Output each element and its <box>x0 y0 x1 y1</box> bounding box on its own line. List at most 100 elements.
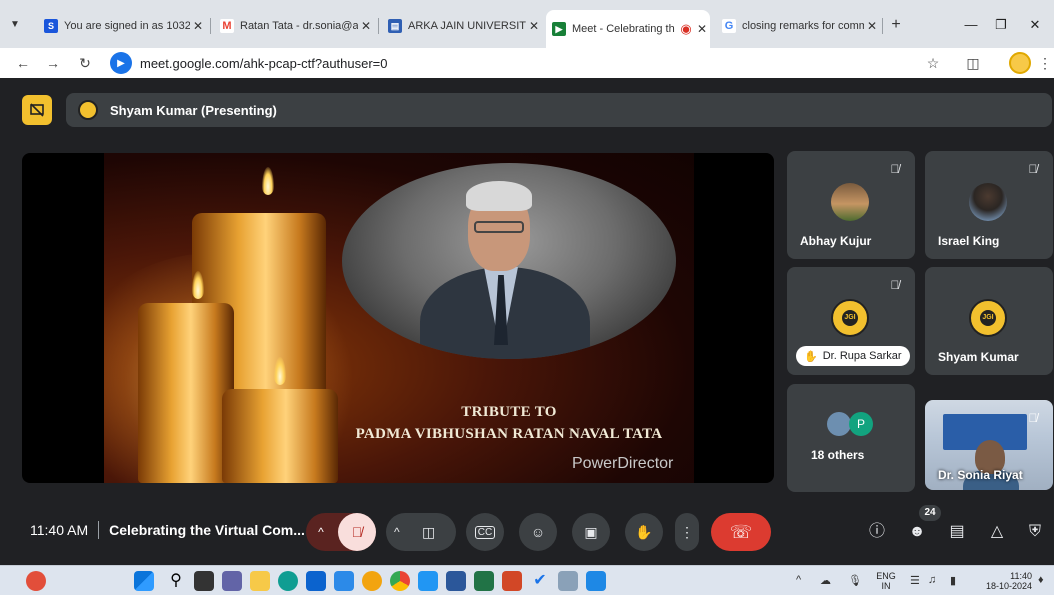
hand-icon: ✋ <box>635 523 653 540</box>
show-hidden-icons-chevron[interactable]: ^ <box>796 574 801 586</box>
cloud-icon[interactable]: ☁ <box>820 574 831 587</box>
chrome-icon[interactable] <box>390 571 410 591</box>
extensions-icon[interactable]: ◫ <box>962 52 984 74</box>
video-options-chevron-icon[interactable]: ^ <box>394 525 400 539</box>
reload-icon[interactable]: ↻ <box>74 52 96 74</box>
university-favicon-icon: ▤ <box>388 19 402 33</box>
windows-taskbar: ⚲ ✔ ^ ☁ 🎙 ENG IN ☰ ♫ ▮ 11:40 18-10-2024 … <box>0 565 1054 595</box>
more-options-button[interactable]: ⋮ <box>675 513 699 551</box>
present-now-button[interactable]: ▣ <box>572 513 610 551</box>
minimize-button[interactable]: — <box>956 14 986 36</box>
notification-app-icon[interactable] <box>26 571 46 591</box>
audio-options-chevron-icon[interactable]: ^ <box>306 525 336 539</box>
search-icon[interactable]: ⚲ <box>166 571 186 591</box>
app-icon[interactable] <box>558 571 578 591</box>
powerpoint-icon[interactable] <box>502 571 522 591</box>
people-icon[interactable]: ☻ <box>906 521 928 543</box>
profile-avatar[interactable] <box>1009 52 1031 74</box>
participant-name: Shyam Kumar <box>938 350 1019 364</box>
meeting-time: 11:40 AM <box>30 522 89 538</box>
captions-button[interactable]: CC <box>466 513 504 551</box>
bookmark-star-icon[interactable]: ☆ <box>922 52 944 74</box>
activities-icon[interactable]: △ <box>986 521 1008 543</box>
phone-hangup-icon: ☏ <box>729 521 753 542</box>
tab-separator <box>378 18 379 34</box>
menu-icon[interactable]: ⋮ <box>1034 52 1054 74</box>
meeting-title: Celebrating the Virtual Com... <box>109 522 305 538</box>
browser-toolbar: ← → ↻ ▶ meet.google.com/ahk-pcap-ctf?aut… <box>0 48 1054 78</box>
participant-tile-others[interactable]: P 18 others <box>787 384 915 492</box>
close-tab-icon[interactable]: ✕ <box>526 19 542 33</box>
edge-icon[interactable] <box>278 571 298 591</box>
meeting-details-info-icon[interactable]: ⓘ <box>866 521 888 543</box>
word-icon[interactable] <box>446 571 466 591</box>
notification-bell-icon[interactable]: ♦ <box>1038 574 1044 586</box>
browser-tab-gmail[interactable]: M Ratan Tata - dr.sonia@ar ✕ <box>214 14 374 38</box>
participant-tile-shyam[interactable]: JGI Shyam Kumar <box>925 267 1053 375</box>
tab-search-button[interactable]: ▼ <box>6 16 24 34</box>
photos-icon[interactable] <box>586 571 606 591</box>
file-explorer-icon[interactable] <box>250 571 270 591</box>
participant-tile-sonia[interactable]: 🎙̸ Dr. Sonia Riyat <box>925 400 1053 490</box>
windows-start-icon[interactable] <box>134 571 154 591</box>
browser-tab-meet[interactable]: ▶ Meet - Celebrating th ◉ ✕ <box>546 10 710 48</box>
new-tab-button[interactable]: + <box>885 14 907 36</box>
participant-tile-israel[interactable]: 🎙̸ Israel King <box>925 151 1053 259</box>
excel-icon[interactable] <box>474 571 494 591</box>
close-tab-icon[interactable]: ✕ <box>190 19 206 33</box>
camera-button[interactable]: ◫ <box>422 524 435 541</box>
close-tab-icon[interactable]: ✕ <box>694 22 710 36</box>
participant-name: Israel King <box>938 234 1000 248</box>
browser-tab-arka-jain[interactable]: ▤ ARKA JAIN UNIVERSITY - ✕ <box>382 14 542 38</box>
volume-icon[interactable]: ♫ <box>928 574 936 586</box>
app-icon[interactable] <box>334 571 354 591</box>
mic-off-button[interactable]: 🎙̸ <box>338 513 376 551</box>
battery-icon[interactable]: ▮ <box>950 574 956 587</box>
forward-icon[interactable]: → <box>42 52 64 74</box>
meet-header: Shyam Kumar (Presenting) <box>0 78 1054 148</box>
emoji-reactions-button[interactable]: ☺ <box>519 513 557 551</box>
powerdirector-watermark: PowerDirector <box>572 455 674 472</box>
meet-favicon-icon: ▶ <box>552 22 566 36</box>
close-window-button[interactable]: ✕ <box>1020 14 1050 36</box>
app-icon[interactable] <box>362 571 382 591</box>
others-count: 18 others <box>811 448 865 462</box>
back-icon[interactable]: ← <box>12 52 34 74</box>
tab-title: You are signed in as 1032 <box>64 20 190 32</box>
browser-tab-strip: ▼ S You are signed in as 1032 ✕ M Ratan … <box>0 0 1054 48</box>
close-tab-icon[interactable]: ✕ <box>864 19 880 33</box>
presentation-layout-toggle[interactable] <box>22 95 52 125</box>
muted-mic-icon: 🎙̸ <box>1028 411 1038 425</box>
participant-name: Dr. Rupa Sarkar <box>822 350 902 362</box>
address-bar[interactable]: ▶ meet.google.com/ahk-pcap-ctf?authuser=… <box>110 51 900 75</box>
tab-separator <box>882 18 883 34</box>
raise-hand-button[interactable]: ✋ <box>625 513 663 551</box>
browser-tab-signed-in[interactable]: S You are signed in as 1032 ✕ <box>38 14 206 38</box>
task-view-icon[interactable] <box>194 571 214 591</box>
tribute-line-2: PADMA VIBHUSHAN RATAN NAVAL TATA <box>355 426 663 442</box>
leave-call-button[interactable]: ☏ <box>711 513 771 551</box>
presentation-stage[interactable]: TRIBUTE TO PADMA VIBHUSHAN RATAN NAVAL T… <box>22 153 774 483</box>
others-avatar-group: P <box>827 412 873 436</box>
participant-tile-abhay[interactable]: 🎙̸ Abhay Kujur <box>787 151 915 259</box>
app-icon[interactable] <box>418 571 438 591</box>
close-tab-icon[interactable]: ✕ <box>358 19 374 33</box>
meeting-controls-bar: 11:40 AM Celebrating the Virtual Com... … <box>0 497 1054 565</box>
restore-button[interactable]: ❐ <box>986 14 1016 36</box>
wifi-icon[interactable]: ☰ <box>910 574 920 587</box>
emoji-icon: ☺ <box>530 524 546 540</box>
site-info-icon[interactable]: ▶ <box>110 52 132 74</box>
microphone-icon[interactable]: 🎙 <box>848 574 862 587</box>
clock-time: 11:40 <box>1010 571 1032 581</box>
chat-icon[interactable]: ▤ <box>946 521 968 543</box>
host-controls-lock-icon[interactable]: ⛨ <box>1024 521 1046 543</box>
participant-tile-rupa[interactable]: 🎙̸ JGI ✋ Dr. Rupa Sarkar <box>787 267 915 375</box>
teams-icon[interactable] <box>222 571 242 591</box>
store-icon[interactable] <box>306 571 326 591</box>
presenting-banner[interactable]: Shyam Kumar (Presenting) <box>66 93 1052 127</box>
language-indicator[interactable]: ENG IN <box>872 571 900 591</box>
browser-tab-google-search[interactable]: G closing remarks for comm ✕ <box>716 14 880 38</box>
clock[interactable]: 11:40 18-10-2024 <box>976 571 1032 591</box>
recording-indicator-icon: ◉ <box>680 21 692 36</box>
todo-check-icon[interactable]: ✔ <box>530 571 550 591</box>
